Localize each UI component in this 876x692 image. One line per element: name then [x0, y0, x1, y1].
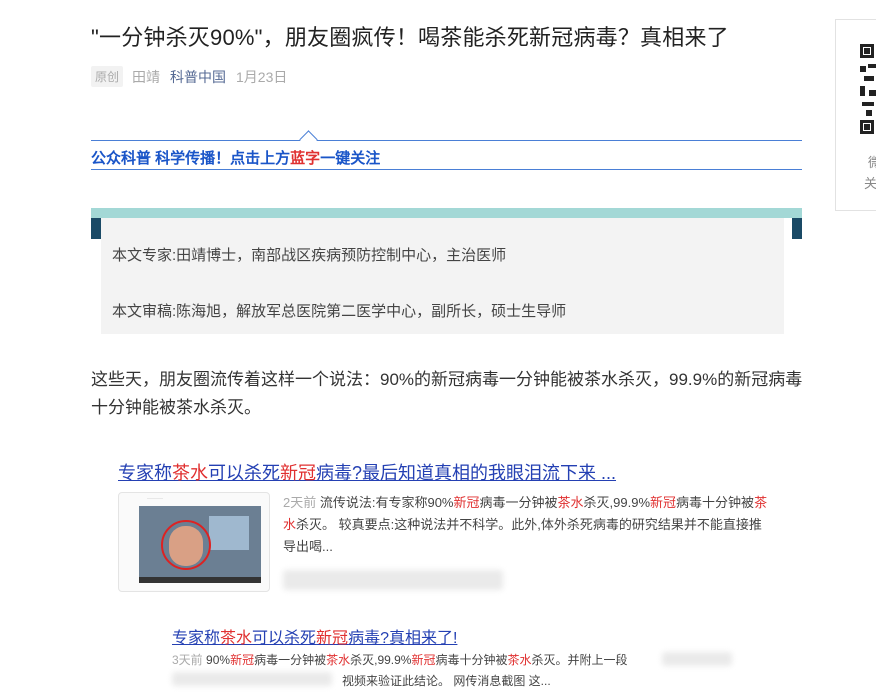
snippet-highlight: 茶水 [507, 653, 532, 667]
reviewer-line: 本文审稿:陈海旭，解放军总医院第二医学中心，副所长，硕士生导师 [112, 303, 567, 320]
title-text: 病毒?真相来了! [348, 630, 458, 647]
blurred-region [172, 672, 332, 686]
thumbnail-caption-icon: ········ [147, 496, 163, 502]
snippet-highlight: 新冠 [453, 495, 480, 510]
video-frame [139, 506, 261, 578]
snippet-text: 病毒十分钟被 [435, 653, 508, 667]
title-text: 病毒?最后知道真相的我眼泪流下来 ... [316, 463, 617, 483]
snippet-text: 杀灭,99.9% [583, 495, 651, 510]
title-highlight: 茶水 [172, 463, 208, 483]
banner-highlight: 蓝字 [290, 150, 321, 167]
title-text: 可以杀死 [252, 630, 317, 647]
stamp-icon [161, 520, 211, 570]
body-paragraph: 这些天，朋友圈流传着这样一个说法：90%的新冠病毒一分钟能被茶水杀灭，99.9%… [91, 370, 803, 417]
title-text: 专家称 [172, 630, 221, 647]
snippet-highlight: 茶水 [557, 495, 584, 510]
search-result-1-snippet: 2天前 流传说法:有专家称90%新冠病毒一分钟被茶水杀灭,99.9%新冠病毒十分… [283, 492, 773, 558]
snippet-highlight: 新冠 [411, 653, 436, 667]
banner-text-2: 一键关注 [320, 150, 381, 167]
title-text: 可以杀死 [208, 463, 280, 483]
expert-box: 本文专家:田靖博士，南部战区疾病预防控制中心，主治医师 本文审稿:陈海旭，解放军… [101, 218, 784, 334]
title-highlight: 茶水 [220, 630, 253, 647]
banner-top-line [91, 140, 802, 141]
qr-label-2: 关 [864, 176, 876, 191]
title-text: 专家称 [118, 463, 172, 483]
snippet-text: 流传说法:有专家称90% [319, 495, 454, 510]
snippet-text: 90% [206, 653, 231, 667]
snippet-text: 病毒一分钟被 [479, 495, 558, 510]
publish-date: 1月23日 [236, 68, 288, 85]
expert-box-header [91, 208, 802, 218]
snippet-time: 2天前 [283, 495, 317, 510]
banner-notch [299, 130, 318, 149]
snippet-highlight: 新冠 [650, 495, 677, 510]
article-title: "一分钟杀灭90%"，朋友圈疯传！喝茶能杀死新冠病毒？真相来了 [91, 25, 729, 50]
title-highlight: 新冠 [316, 630, 349, 647]
qr-code-icon [860, 44, 876, 134]
snippet-text: 病毒一分钟被 [254, 653, 327, 667]
qr-code-panel: 微 关 [835, 19, 876, 211]
window-shape [209, 516, 249, 550]
snippet-line-1: 3天前 90%新冠病毒一分钟被茶水杀灭,99.9%新冠病毒十分钟被茶水杀灭。并附… [172, 650, 742, 671]
expert-box-tab-left [91, 218, 101, 239]
expert-line: 本文专家:田靖博士，南部战区疾病预防控制中心，主治医师 [112, 247, 507, 264]
search-result-1-thumbnail[interactable]: ········ [118, 492, 270, 592]
article-meta: 原创 田靖 科普中国 1月23日 [91, 66, 287, 87]
snippet-highlight: 新冠 [230, 653, 255, 667]
title-highlight: 新冠 [280, 463, 316, 483]
snippet-time: 3天前 [172, 653, 203, 667]
search-result-1-title[interactable]: 专家称茶水可以杀死新冠病毒?最后知道真相的我眼泪流下来 ... [118, 459, 616, 485]
search-result-2-title[interactable]: 专家称茶水可以杀死新冠病毒?真相来了! [172, 624, 457, 648]
account-link[interactable]: 科普中国 [170, 67, 226, 87]
blurred-region [662, 652, 732, 666]
author-name: 田靖 [132, 68, 161, 85]
snippet-highlight: 茶水 [326, 653, 351, 667]
original-tag: 原创 [91, 66, 124, 87]
qr-label-1: 微 [868, 155, 876, 170]
video-progress-bar [139, 577, 261, 583]
snippet-text: 杀灭。并附上一段 [531, 653, 628, 667]
banner-bottom-line [91, 169, 802, 170]
snippet-text: 杀灭,99.9% [350, 653, 412, 667]
follow-banner[interactable]: 公众科普 科学传播！点击上方蓝字一键关注 [91, 147, 380, 168]
snippet-text: 病毒十分钟被 [676, 495, 755, 510]
banner-text-1: 公众科普 科学传播！点击上方 [91, 150, 291, 167]
expert-box-tab-right [792, 218, 802, 239]
blurred-region [283, 570, 503, 590]
snippet-text: 杀灭。 较真要点:这种说法并不科学。此外,体外杀死病毒的研究结果并不能直接推导出… [283, 517, 762, 554]
